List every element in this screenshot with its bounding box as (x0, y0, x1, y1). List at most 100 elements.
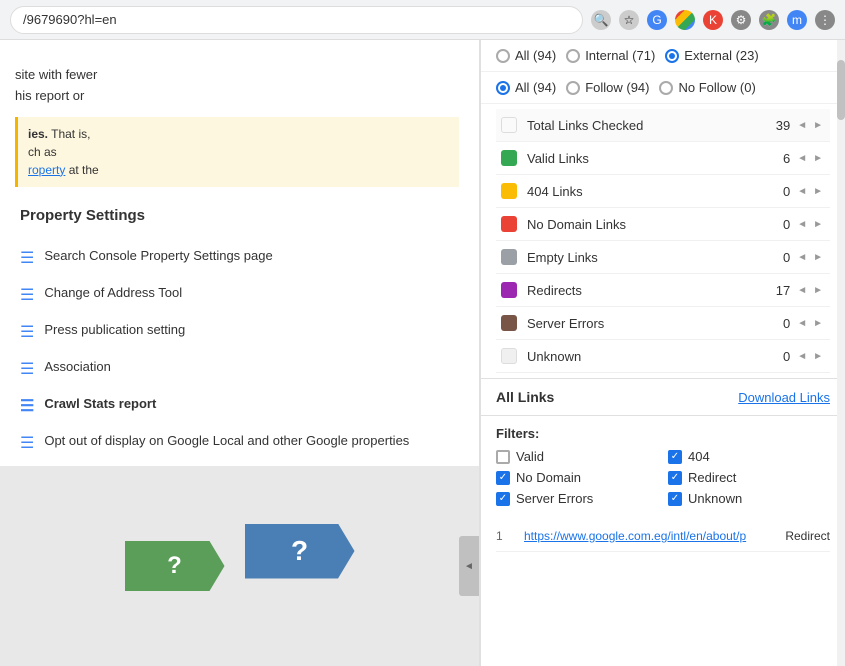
user-icon[interactable]: m (787, 10, 807, 30)
stat-row-unknown: Unknown 0 ◄ ► (496, 340, 830, 373)
radio-all-94-bottom[interactable]: All (94) (496, 80, 556, 95)
radio-circle-all-94-top (496, 49, 510, 63)
menu-item-opt-out[interactable]: ☰ Opt out of display on Google Local and… (10, 424, 469, 461)
redirects-arrow-right[interactable]: ► (811, 283, 825, 298)
download-links-button[interactable]: Download Links (738, 390, 830, 405)
menu-icon-press-publication: ☰ (20, 322, 34, 342)
unknown-value: 0 (760, 349, 790, 364)
checkbox-404 (668, 450, 682, 464)
note-bold: ies. (28, 127, 48, 141)
404-dot (501, 183, 517, 199)
property-settings-title: Property Settings (10, 207, 469, 224)
checkbox-unknown (668, 492, 682, 506)
radio-follow-94[interactable]: Follow (94) (566, 80, 649, 95)
redirects-arrow-left[interactable]: ◄ (795, 283, 809, 298)
total-arrow-right[interactable]: ► (811, 118, 825, 133)
filter-label-server-errors: Server Errors (516, 491, 593, 506)
filter-label-unknown: Unknown (688, 491, 742, 506)
menu-icon-association: ☰ (20, 359, 34, 379)
filter-item-server-errors[interactable]: Server Errors (496, 491, 658, 506)
404-arrow-right[interactable]: ► (811, 184, 825, 199)
server-errors-arrow-right[interactable]: ► (811, 316, 825, 331)
google-icon[interactable]: G (647, 10, 667, 30)
menu-label-opt-out: Opt out of display on Google Local and o… (44, 432, 409, 450)
panel-handle[interactable]: ◄ (459, 536, 479, 596)
red-icon[interactable]: K (703, 10, 723, 30)
filter-item-redirect[interactable]: Redirect (668, 470, 830, 485)
radio-nofollow-0[interactable]: No Follow (0) (659, 80, 755, 95)
filter-item-unknown[interactable]: Unknown (668, 491, 830, 506)
empty-arrow-right[interactable]: ► (811, 250, 825, 265)
link-type-1: Redirect (770, 529, 830, 543)
puzzle-icon[interactable]: 🧩 (759, 10, 779, 30)
valid-arrow-right[interactable]: ► (811, 151, 825, 166)
scrollbar-thumb[interactable] (837, 60, 845, 120)
menu-item-association[interactable]: ☰ Association (10, 350, 469, 387)
gear-icon[interactable]: ⚙ (731, 10, 751, 30)
radio-circle-external-23 (665, 49, 679, 63)
filter-item-valid[interactable]: Valid (496, 449, 658, 464)
more-icon[interactable]: ⋮ (815, 10, 835, 30)
total-arrow-left[interactable]: ◄ (795, 118, 809, 133)
no-domain-dot (501, 216, 517, 232)
filter-item-404[interactable]: 404 (668, 449, 830, 464)
stat-row-404: 404 Links 0 ◄ ► (496, 175, 830, 208)
note-link[interactable]: roperty (28, 163, 65, 177)
address-text: /9679690?hl=en (23, 12, 117, 27)
radio-all-94-top[interactable]: All (94) (496, 48, 556, 63)
radio-external-23[interactable]: External (23) (665, 48, 758, 63)
valid-arrow-left[interactable]: ◄ (795, 151, 809, 166)
redirects-arrows: ◄ ► (795, 283, 825, 298)
filter-label-no-domain: No Domain (516, 470, 581, 485)
menu-icon-change-address: ☰ (20, 285, 34, 305)
radio-label-nofollow-0: No Follow (0) (678, 80, 755, 95)
redirects-label: Redirects (527, 283, 760, 298)
no-domain-arrow-right[interactable]: ► (811, 217, 825, 232)
filter-label-404: 404 (688, 449, 710, 464)
404-arrows: ◄ ► (795, 184, 825, 199)
radio-circle-all-94-bottom (496, 81, 510, 95)
404-arrow-left[interactable]: ◄ (795, 184, 809, 199)
radio-label-internal-71: Internal (71) (585, 48, 655, 63)
menu-item-change-address[interactable]: ☰ Change of Address Tool (10, 276, 469, 313)
redirects-value: 17 (760, 283, 790, 298)
left-panel: site with fewer his report or ies. That … (0, 40, 480, 666)
redirects-dot (501, 282, 517, 298)
unknown-arrow-right[interactable]: ► (811, 349, 825, 364)
404-value: 0 (760, 184, 790, 199)
radio-internal-71[interactable]: Internal (71) (566, 48, 655, 63)
filters-section: Filters: Valid 404 No Domain Redirect (481, 416, 845, 516)
menu-item-press-publication[interactable]: ☰ Press publication setting (10, 313, 469, 350)
no-domain-arrows: ◄ ► (795, 217, 825, 232)
unknown-arrow-left[interactable]: ◄ (795, 349, 809, 364)
sign-green: ? (125, 541, 225, 591)
empty-arrow-left[interactable]: ◄ (795, 250, 809, 265)
radio-label-all-94-bottom: All (94) (515, 80, 556, 95)
right-panel: All (94) Internal (71) External (23) All… (480, 40, 845, 666)
address-bar[interactable]: /9679690?hl=en (10, 6, 583, 34)
link-url-1[interactable]: https://www.google.com.eg/intl/en/about/… (524, 529, 762, 543)
menu-item-search-console[interactable]: ☰ Search Console Property Settings page (10, 239, 469, 276)
404-label: 404 Links (527, 184, 760, 199)
server-errors-label: Server Errors (527, 316, 760, 331)
all-links-header: All Links Download Links (481, 378, 845, 416)
filter-item-no-domain[interactable]: No Domain (496, 470, 658, 485)
browser-icons: 🔍 ☆ G K ⚙ 🧩 m ⋮ (591, 10, 835, 30)
search-icon[interactable]: 🔍 (591, 10, 611, 30)
chrome-icon[interactable] (675, 10, 695, 30)
server-errors-arrow-left[interactable]: ◄ (795, 316, 809, 331)
menu-icon-opt-out: ☰ (20, 433, 34, 453)
no-domain-arrow-left[interactable]: ◄ (795, 217, 809, 232)
empty-arrows: ◄ ► (795, 250, 825, 265)
links-list: 1 https://www.google.com.eg/intl/en/abou… (481, 516, 845, 557)
menu-label-association: Association (44, 358, 110, 376)
unknown-label: Unknown (527, 349, 760, 364)
menu-item-crawl-stats[interactable]: ☰ Crawl Stats report (10, 387, 469, 424)
checkbox-server-errors (496, 492, 510, 506)
star-icon[interactable]: ☆ (619, 10, 639, 30)
filters-grid: Valid 404 No Domain Redirect Server Erro (496, 449, 830, 506)
total-value: 39 (760, 118, 790, 133)
radio-label-external-23: External (23) (684, 48, 758, 63)
valid-label: Valid Links (527, 151, 760, 166)
menu-icon-search-console: ☰ (20, 248, 34, 268)
